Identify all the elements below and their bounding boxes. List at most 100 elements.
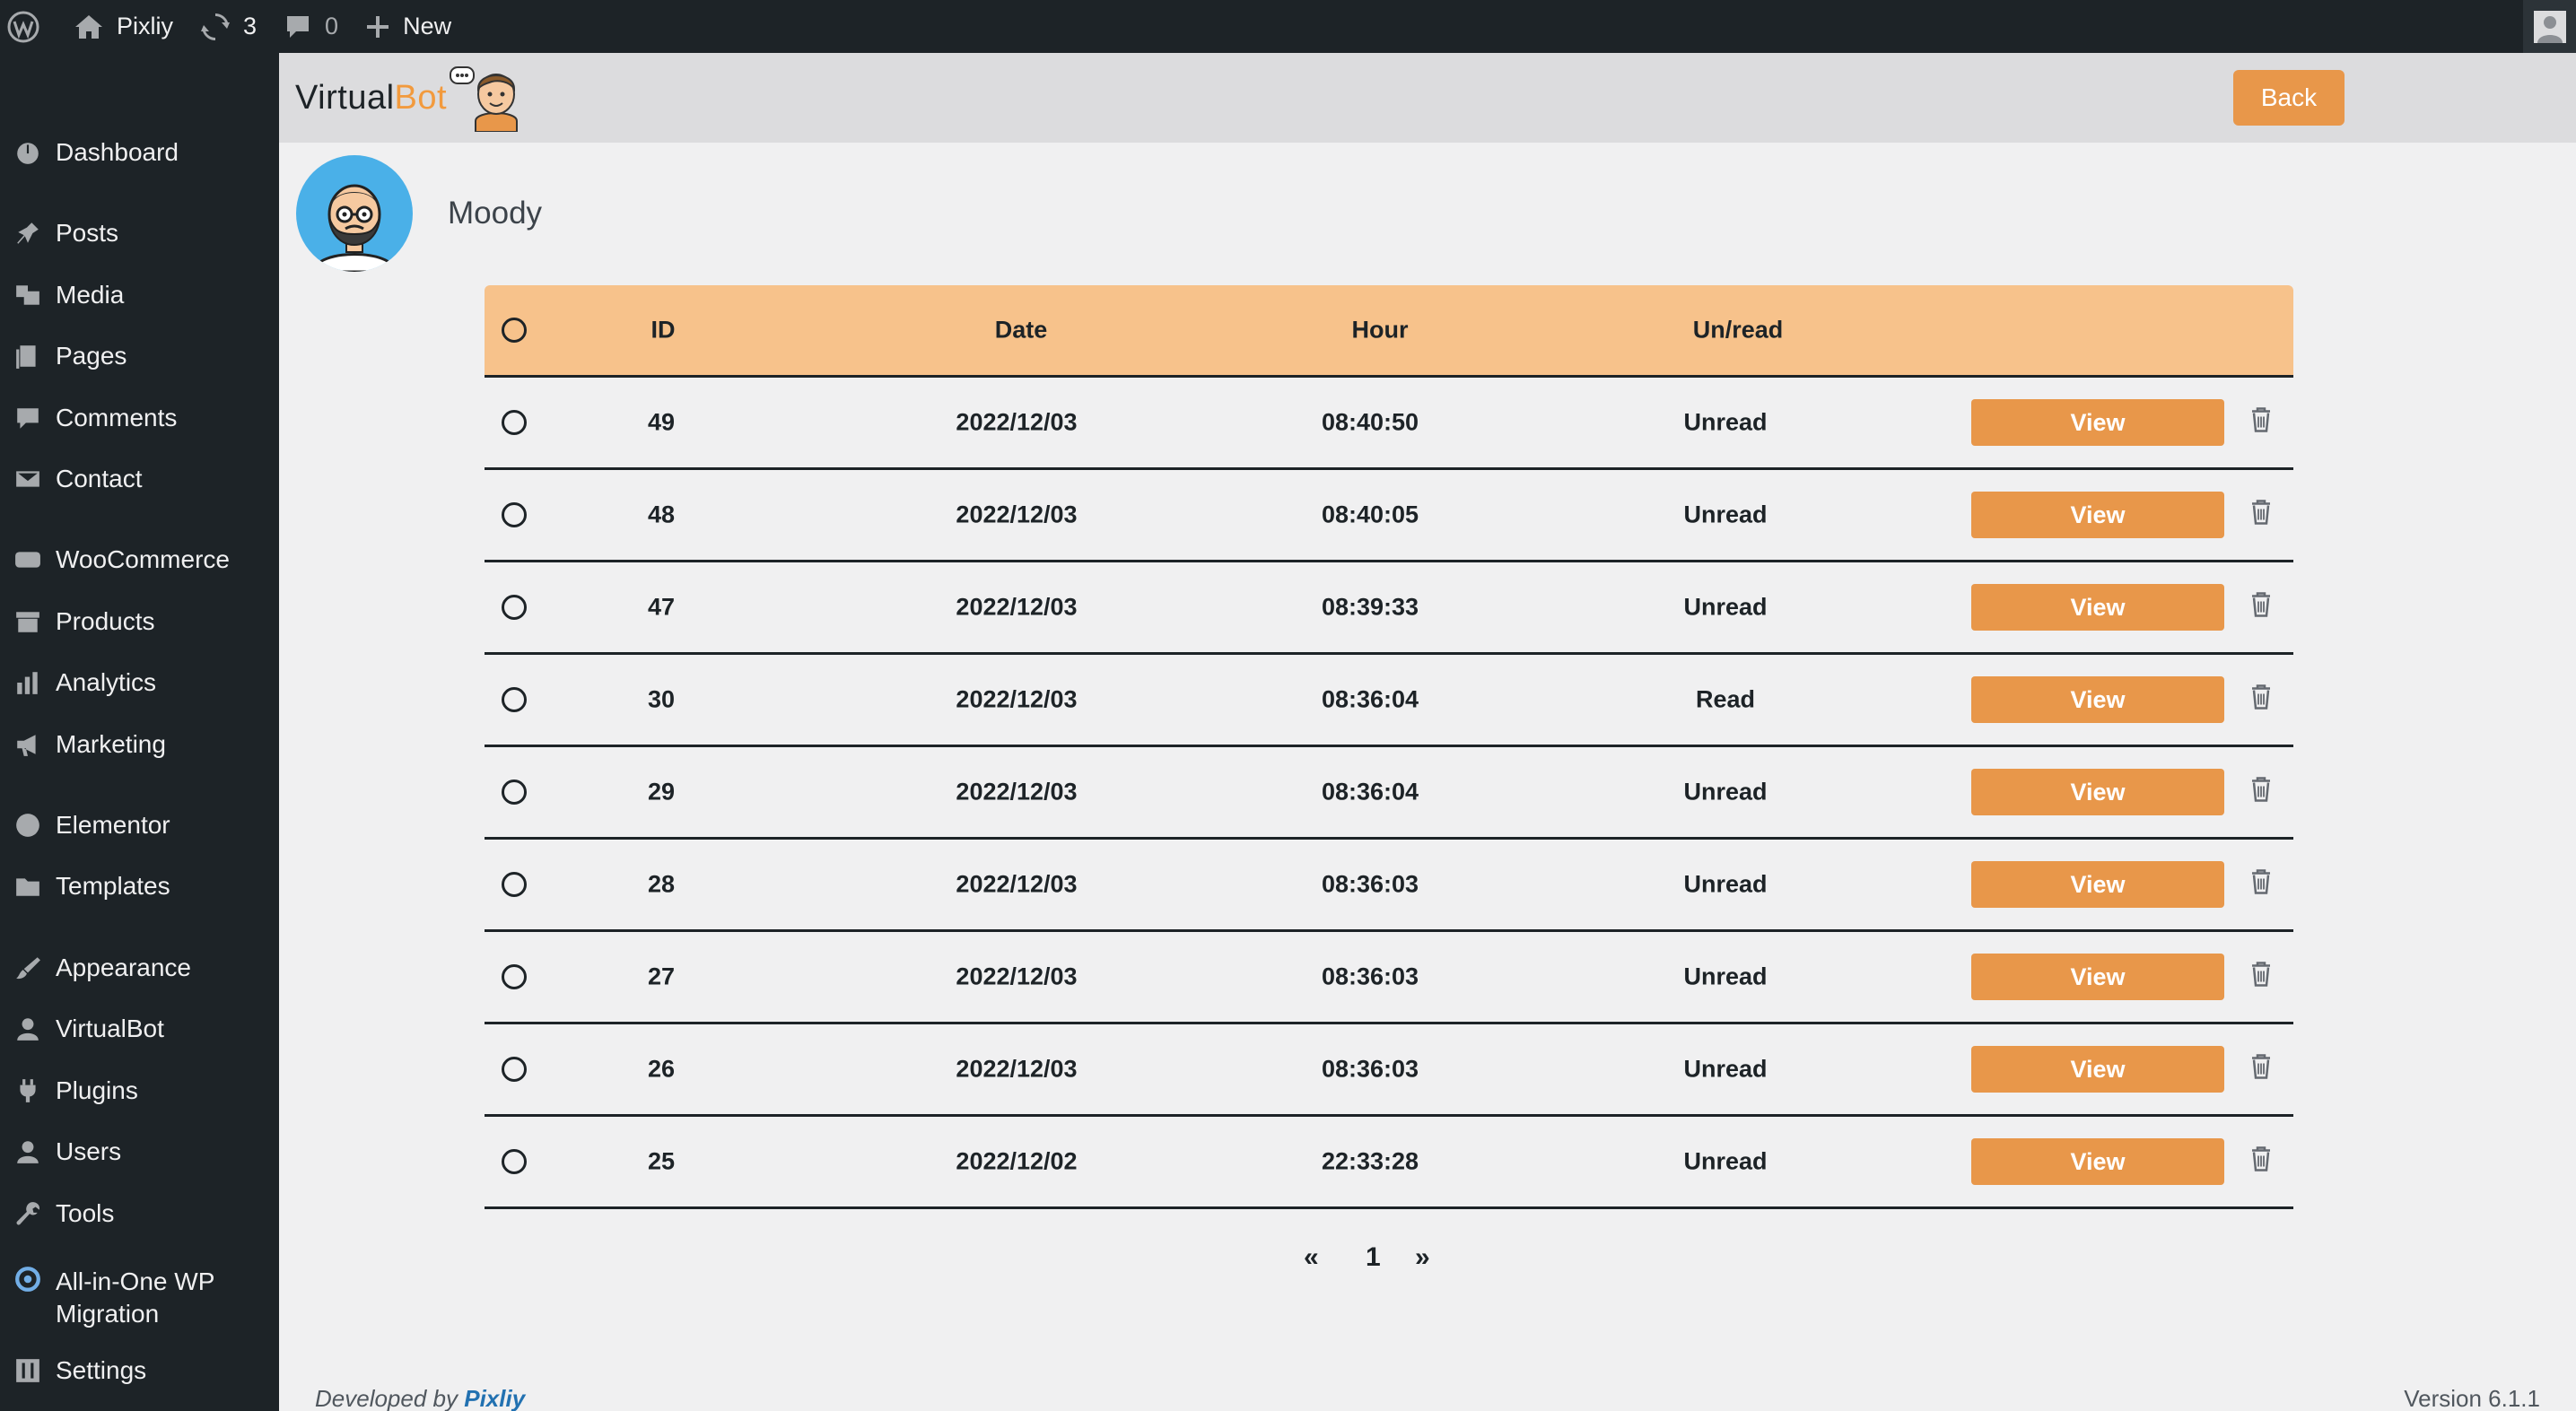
cell-date: 2022/12/02 [956,1147,1078,1175]
comment-icon [284,13,312,41]
pin-icon [0,220,56,247]
view-button[interactable]: View [1971,584,2224,631]
cell-id: 26 [647,1055,676,1083]
table-row: 27 2022/12/03 08:36:03 Unread View [485,932,2293,1024]
row-select-radio[interactable] [502,1149,527,1174]
row-select-radio[interactable] [502,410,527,435]
table-row: 48 2022/12/03 08:40:05 Unread View [485,470,2293,562]
table-row: 25 2022/12/02 22:33:28 Unread View [485,1117,2293,1209]
updates-link[interactable]: 3 [200,0,257,53]
site-name-link[interactable]: Pixliy [74,0,173,53]
page-number[interactable]: 1 [1366,1242,1381,1273]
sidebar-item-label: Settings [56,1354,146,1387]
version-text: Version 6.1.1 [2404,1385,2540,1411]
sidebar-item-media[interactable]: Media [0,279,279,311]
sidebar-item-users[interactable]: Users [0,1136,279,1168]
archive-icon [0,608,56,635]
sidebar-item-label: Pages [56,340,127,372]
sidebar-item-elementor[interactable]: Elementor [0,809,279,841]
view-button[interactable]: View [1971,399,2224,446]
sidebar-item-marketing[interactable]: Marketing [0,728,279,761]
logo-text-virtual: Virtual [295,78,395,117]
trash-icon[interactable] [2249,776,2273,809]
cell-date: 2022/12/03 [956,501,1078,528]
cell-hour: 08:36:03 [1321,1055,1419,1083]
cell-id: 27 [647,962,676,990]
comments-link[interactable]: 0 [284,0,338,53]
row-select-radio[interactable] [502,595,527,620]
trash-icon[interactable] [2249,499,2273,532]
sidebar-item-label: Contact [56,463,143,495]
table-row: 30 2022/12/03 08:36:04 Read View [485,655,2293,747]
trash-icon[interactable] [2249,684,2273,717]
cell-status: Unread [1683,501,1768,528]
view-button[interactable]: View [1971,492,2224,538]
cell-hour: 22:33:28 [1321,1147,1419,1175]
sidebar-item-comments[interactable]: Comments [0,402,279,434]
column-header-hour: Hour [1351,316,1409,344]
view-button[interactable]: View [1971,769,2224,815]
sidebar-item-woocommerce[interactable]: WooCommerce [0,544,279,576]
user-name: Moody [448,196,543,231]
column-header-date: Date [994,316,1048,344]
new-content-link[interactable]: New [365,0,451,53]
row-select-radio[interactable] [502,780,527,805]
row-select-radio[interactable] [502,872,527,897]
table-row: 28 2022/12/03 08:36:03 Unread View [485,840,2293,932]
sidebar-item-plugins[interactable]: Plugins [0,1075,279,1107]
wordpress-logo-icon[interactable] [7,0,39,53]
trash-icon[interactable] [2249,1053,2273,1086]
trash-icon[interactable] [2249,1145,2273,1179]
view-button[interactable]: View [1971,1138,2224,1185]
column-header-id: ID [651,316,676,344]
sidebar-item-label-text: Posts [56,219,119,247]
sidebar-item-dashboard[interactable]: Dashboard [0,136,279,169]
account-avatar[interactable] [2523,0,2576,53]
developer-link[interactable]: Pixliy [464,1385,525,1411]
developed-by-text: Developed by [315,1385,458,1411]
row-select-radio[interactable] [502,964,527,989]
sidebar-item-products[interactable]: Products [0,605,279,638]
updates-count: 3 [243,13,258,39]
view-button[interactable]: View [1971,861,2224,908]
megaphone-icon [0,731,56,758]
trash-icon[interactable] [2249,406,2273,440]
trash-icon[interactable] [2249,868,2273,901]
trash-icon[interactable] [2249,961,2273,994]
sidebar-item-pages[interactable]: Pages [0,340,279,372]
sidebar-item-label: Elementor [56,809,170,841]
plug-icon [0,1077,56,1104]
sidebar-item-virtualbot[interactable]: VirtualBot [0,1013,279,1045]
user-icon [0,1015,56,1042]
view-button[interactable]: View [1971,954,2224,1000]
prev-page-button[interactable]: « [1304,1242,1319,1273]
row-select-radio[interactable] [502,1057,527,1082]
dashboard-icon [0,139,56,166]
cell-hour: 08:36:04 [1321,685,1419,713]
sidebar-item-label: VirtualBot [56,1013,164,1045]
cell-status: Unread [1683,778,1768,806]
trash-icon[interactable] [2249,591,2273,624]
row-select-radio[interactable] [502,687,527,712]
folder-icon [0,873,56,900]
view-button[interactable]: View [1971,676,2224,723]
sidebar-item-analytics[interactable]: Analytics [0,666,279,699]
sidebar-item-posts[interactable]: Posts [0,217,279,249]
next-page-button[interactable]: » [1415,1242,1430,1273]
cell-date: 2022/12/03 [956,593,1078,621]
select-all-radio[interactable] [502,318,527,343]
home-icon [74,13,104,40]
sidebar-item-label: WooCommerce [56,544,230,576]
sidebar-item-settings[interactable]: Settings [0,1354,279,1387]
back-button[interactable]: Back [2233,70,2345,126]
media-icon [0,282,56,309]
sidebar-item-templates[interactable]: Templates [0,870,279,902]
row-select-radio[interactable] [502,502,527,527]
new-label: New [403,13,452,39]
view-button[interactable]: View [1971,1046,2224,1093]
sidebar-item-appearance[interactable]: Appearance [0,952,279,984]
table-body: 49 2022/12/03 08:40:50 Unread View 48 2022/12/… [485,378,2293,1209]
sidebar-item-label-text: Tools [56,1199,115,1227]
sidebar-item-contact[interactable]: Contact [0,463,279,495]
sidebar-item-tools[interactable]: Tools [0,1198,279,1230]
